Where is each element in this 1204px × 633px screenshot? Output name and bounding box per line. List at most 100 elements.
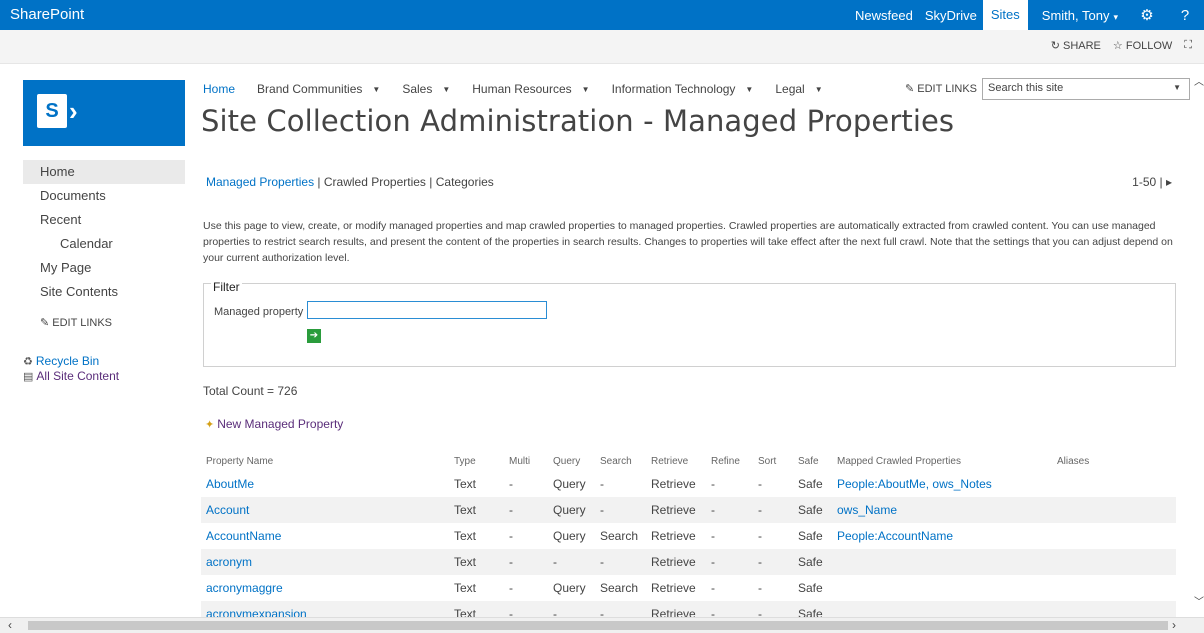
- cell-type: Text: [453, 549, 508, 575]
- gear-icon[interactable]: ⚙: [1128, 6, 1166, 24]
- scroll-right-icon[interactable]: ›: [1172, 618, 1176, 632]
- topnav-sales[interactable]: Sales ▼: [402, 82, 450, 96]
- topnav-label: Human Resources: [472, 82, 572, 96]
- filter-panel: Filter Managed property ➔: [203, 280, 1176, 367]
- edit-links-top-button[interactable]: ✎ EDIT LINKS: [905, 82, 977, 95]
- user-menu[interactable]: Smith, Tony ▾: [1028, 8, 1128, 23]
- pager-range: 1-50 |: [1132, 175, 1163, 189]
- cell-multi: -: [508, 497, 552, 523]
- recycle-bin-label: Recycle Bin: [35, 354, 100, 368]
- col-retrieve[interactable]: Retrieve: [650, 451, 710, 471]
- topnav-information-technology[interactable]: Information Technology ▼: [612, 82, 754, 96]
- topnav-legal[interactable]: Legal ▼: [775, 82, 822, 96]
- cell-safe: Safe: [797, 549, 836, 575]
- topnav-brand-communities[interactable]: Brand Communities ▼: [257, 82, 380, 96]
- pencil-icon: ✎: [905, 83, 915, 95]
- scroll-left-icon[interactable]: ‹: [8, 618, 12, 632]
- search-input[interactable]: Search this site ▼: [982, 78, 1190, 100]
- leftnav-my-page[interactable]: My Page: [23, 256, 185, 280]
- cell-sort: -: [757, 549, 797, 575]
- col-multi[interactable]: Multi: [508, 451, 552, 471]
- leftnav-home[interactable]: Home: [23, 160, 185, 184]
- topnav-home[interactable]: Home: [203, 82, 235, 96]
- mapped-crawled-link[interactable]: [836, 575, 1056, 601]
- all-site-content-link[interactable]: ▤ All Site Content: [23, 369, 119, 384]
- cell-retrieve: Retrieve: [651, 581, 696, 595]
- mapped-crawled-link[interactable]: ows_Name: [836, 497, 1056, 523]
- share-button[interactable]: ↻ SHARE: [1051, 39, 1101, 52]
- managed-properties-table: Property Name Type Multi Query Search Re…: [201, 451, 1176, 627]
- tab-separator: |: [429, 175, 433, 189]
- cell-type: Text: [454, 581, 477, 595]
- site-content-icon: ▤: [23, 371, 34, 383]
- table-row: Account Text - Query - Retrieve - - Safe…: [201, 497, 1176, 523]
- topnav-label: Brand Communities: [257, 82, 363, 96]
- col-aliases[interactable]: Aliases: [1056, 451, 1176, 471]
- cell-sort: -: [758, 529, 762, 543]
- col-query[interactable]: Query: [552, 451, 599, 471]
- vertical-scrollbar[interactable]: ︿ ﹀: [1192, 63, 1204, 617]
- mapped-crawled-link[interactable]: People:AccountName: [836, 523, 1056, 549]
- scroll-up-icon[interactable]: ︿: [1194, 73, 1204, 88]
- total-count: Total Count = 726: [203, 384, 298, 398]
- cell-refine: -: [710, 549, 757, 575]
- tab-crawled-properties[interactable]: Crawled Properties: [324, 175, 426, 189]
- new-managed-property-label: New Managed Property: [217, 417, 344, 431]
- leftnav-recent[interactable]: Recent: [23, 208, 185, 232]
- property-name-link[interactable]: acronymaggre: [201, 575, 453, 601]
- edit-links-left-button[interactable]: ✎ EDIT LINKS: [23, 316, 185, 329]
- skydrive-link[interactable]: SkyDrive: [919, 8, 983, 23]
- horizontal-scrollbar[interactable]: ‹ ›: [0, 617, 1204, 633]
- scrollbar-thumb[interactable]: [28, 621, 1168, 630]
- sites-link[interactable]: Sites: [982, 0, 1028, 30]
- sharepoint-brand[interactable]: SharePoint: [10, 6, 84, 23]
- property-name-link[interactable]: AccountName: [201, 523, 453, 549]
- cell-refine: -: [711, 529, 715, 543]
- chevron-down-icon: ▼: [814, 85, 823, 95]
- chevron-down-icon: ▼: [372, 85, 381, 95]
- cell-search: Search: [600, 581, 639, 595]
- cell-type: Text: [454, 477, 477, 491]
- scroll-down-icon[interactable]: ﹀: [1194, 593, 1204, 608]
- new-managed-property-link[interactable]: ✦ New Managed Property: [205, 417, 343, 431]
- tab-managed-properties[interactable]: Managed Properties: [206, 175, 314, 189]
- property-name-link[interactable]: Account: [201, 497, 453, 523]
- follow-button[interactable]: ☆ FOLLOW: [1113, 39, 1172, 52]
- user-name: Smith, Tony: [1041, 7, 1110, 23]
- table-row: acronym Text - - - Retrieve - - Safe: [201, 549, 1176, 575]
- property-name-link[interactable]: acronym: [201, 549, 453, 575]
- managed-property-input[interactable]: [307, 301, 547, 319]
- cell-sort: -: [758, 477, 762, 491]
- col-safe[interactable]: Safe: [797, 451, 836, 471]
- tab-categories[interactable]: Categories: [436, 175, 494, 189]
- suite-bar: SharePoint Newsfeed SkyDrive Sites Smith…: [0, 0, 1204, 30]
- col-property-name[interactable]: Property Name: [201, 451, 453, 471]
- chevron-down-icon: ▼: [745, 85, 754, 95]
- leftnav-calendar[interactable]: Calendar: [23, 232, 185, 256]
- property-name-link[interactable]: AboutMe: [201, 471, 453, 497]
- col-search[interactable]: Search: [599, 451, 650, 471]
- go-arrow-icon[interactable]: ➔: [307, 329, 321, 343]
- leftnav-documents[interactable]: Documents: [23, 184, 185, 208]
- newsfeed-link[interactable]: Newsfeed: [849, 8, 919, 23]
- chevron-down-icon: ▼: [581, 85, 590, 95]
- next-page-icon[interactable]: ▸: [1166, 175, 1172, 189]
- chevron-down-icon[interactable]: ▼: [1173, 83, 1181, 92]
- topnav-human-resources[interactable]: Human Resources ▼: [472, 82, 589, 96]
- focus-icon[interactable]: ⛶: [1184, 39, 1192, 52]
- recycle-bin-link[interactable]: ♻ Recycle Bin: [23, 354, 119, 369]
- cell-refine: -: [710, 497, 757, 523]
- leftnav-site-contents[interactable]: Site Contents: [23, 280, 185, 304]
- cell-safe: Safe: [798, 581, 823, 595]
- col-refine[interactable]: Refine: [710, 451, 757, 471]
- share-label: SHARE: [1063, 40, 1101, 52]
- col-type[interactable]: Type: [453, 451, 508, 471]
- col-mapped-crawled-properties[interactable]: Mapped Crawled Properties: [836, 451, 1056, 471]
- site-logo[interactable]: S ›: [23, 80, 185, 146]
- topnav-label: Information Technology: [611, 82, 736, 96]
- col-sort[interactable]: Sort: [757, 451, 797, 471]
- help-icon[interactable]: ?: [1166, 7, 1204, 24]
- mapped-crawled-link[interactable]: [836, 549, 1056, 575]
- cell-search: Search: [600, 529, 639, 543]
- mapped-crawled-link[interactable]: People:AboutMe, ows_Notes: [836, 471, 1056, 497]
